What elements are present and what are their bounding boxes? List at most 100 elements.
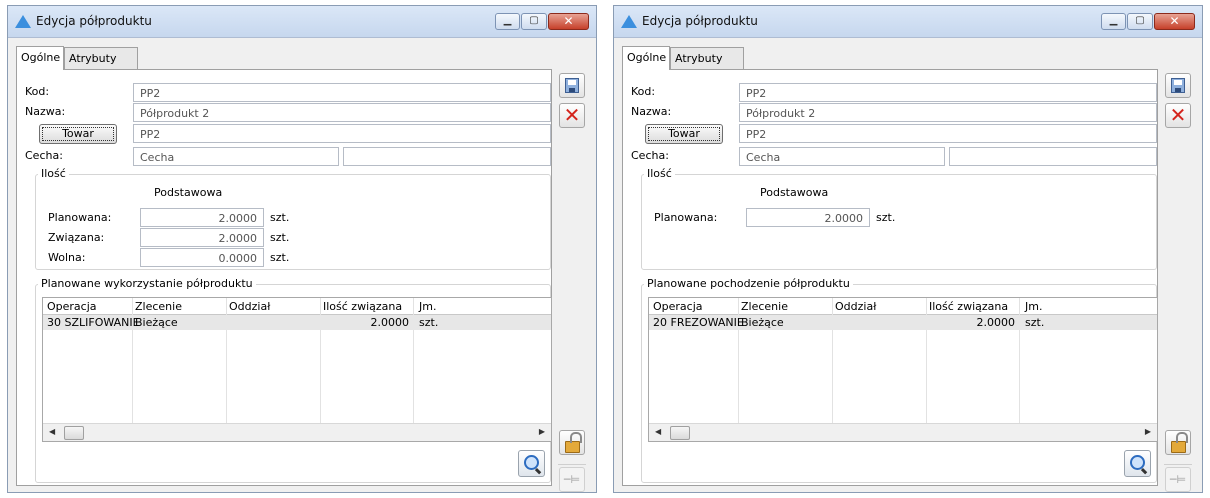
ilosc-group-title: Ilość [644, 167, 675, 180]
divider [1164, 464, 1192, 465]
ilosc-group: Ilość Podstawowa Planowana: 2.0000 szt. [641, 167, 1157, 270]
tab-ogolne[interactable]: Ogólne [16, 46, 64, 70]
kod-label: Kod: [25, 85, 50, 98]
planowana-unit: szt. [876, 211, 896, 224]
scroll-thumb[interactable] [64, 426, 84, 440]
nazwa-field[interactable]: Półprodukt 2 [739, 103, 1157, 122]
close-icon: ✕ [563, 14, 574, 28]
maximize-icon: ▢ [529, 15, 539, 26]
horizontal-scrollbar[interactable]: ◀ ▶ [43, 423, 551, 441]
zwiazana-unit: szt. [270, 231, 290, 244]
wolna-field[interactable]: 0.0000 [140, 248, 264, 267]
col-oddzial[interactable]: Oddział [835, 300, 876, 313]
cecha-value-field[interactable] [343, 147, 551, 166]
col-zlecenie[interactable]: Zlecenie [135, 300, 182, 313]
maximize-button[interactable]: ▢ [1127, 13, 1153, 30]
col-ilosc-zwiazana[interactable]: Ilość związana [929, 300, 1008, 313]
tab-atrybuty[interactable]: Atrybuty [670, 47, 744, 69]
cecha-value-field[interactable] [949, 147, 1157, 166]
col-operacja[interactable]: Operacja [47, 300, 97, 313]
tab-panel-ogolne: Kod: PP2 Nazwa: Półprodukt 2 Towar PP2 C… [16, 69, 552, 486]
window-edycja-polproduktu-1: Edycja półproduktu ▁ ▢ ✕ Ogólne Atrybuty… [7, 5, 597, 493]
col-oddzial[interactable]: Oddział [229, 300, 270, 313]
scroll-left-icon[interactable]: ◀ [49, 427, 55, 436]
towar-field[interactable]: PP2 [133, 124, 551, 143]
wolna-unit: szt. [270, 251, 290, 264]
triangle-app-icon [621, 15, 637, 28]
lock-button[interactable] [1165, 430, 1191, 455]
cell-jm: szt. [419, 316, 439, 329]
cell-ilosc: 2.0000 [976, 316, 1016, 329]
towar-button[interactable]: Towar [39, 124, 117, 144]
cell-operacja: 30 SZLIFOWANIE [47, 316, 140, 329]
scroll-thumb[interactable] [670, 426, 690, 440]
triangle-app-icon [15, 15, 31, 28]
nazwa-label: Nazwa: [25, 105, 66, 118]
search-button[interactable] [518, 450, 545, 477]
col-ilosc-zwiazana[interactable]: Ilość związana [323, 300, 402, 313]
podstawowa-header: Podstawowa [154, 186, 223, 199]
title-bar[interactable]: Edycja półproduktu ▁ ▢ ✕ [614, 6, 1202, 38]
list-group-title: Planowane pochodzenie półproduktu [644, 277, 853, 290]
kod-field[interactable]: PP2 [133, 83, 551, 102]
col-jm[interactable]: Jm. [419, 300, 436, 313]
close-icon: ✕ [1169, 14, 1180, 28]
maximize-icon: ▢ [1135, 15, 1145, 26]
delete-button[interactable]: ✕ [559, 103, 585, 128]
tab-atrybuty[interactable]: Atrybuty [64, 47, 138, 69]
podstawowa-header: Podstawowa [760, 186, 829, 199]
list-group-title: Planowane wykorzystanie półproduktu [38, 277, 256, 290]
cecha-label: Cecha: [631, 149, 669, 162]
pin-icon: ─⊨ [1169, 473, 1187, 486]
window-title: Edycja półproduktu [642, 14, 758, 28]
delete-button[interactable]: ✕ [1165, 103, 1191, 128]
search-button[interactable] [1124, 450, 1151, 477]
nazwa-field[interactable]: Półprodukt 2 [133, 103, 551, 122]
tab-panel-ogolne: Kod: PP2 Nazwa: Półprodukt 2 Towar PP2 C… [622, 69, 1158, 486]
zwiazana-field[interactable]: 2.0000 [140, 228, 264, 247]
divider [558, 464, 586, 465]
towar-button[interactable]: Towar [645, 124, 723, 144]
planowana-field[interactable]: 2.0000 [140, 208, 264, 227]
pin-button[interactable]: ─⊨ [559, 467, 585, 492]
towar-field[interactable]: PP2 [739, 124, 1157, 143]
ilosc-group: Ilość Podstawowa Planowana: 2.0000 szt. … [35, 167, 551, 270]
unlock-icon [1171, 432, 1188, 453]
planowana-label: Planowana: [654, 211, 718, 224]
planowana-field[interactable]: 2.0000 [746, 208, 870, 227]
cecha-label: Cecha: [25, 149, 63, 162]
operations-grid[interactable]: Operacja Zlecenie Oddział Ilość związana… [42, 297, 552, 442]
title-bar[interactable]: Edycja półproduktu ▁ ▢ ✕ [8, 6, 596, 38]
save-button[interactable] [559, 73, 585, 98]
close-button[interactable]: ✕ [1154, 13, 1195, 30]
cecha-field[interactable]: Cecha [739, 147, 945, 166]
col-operacja[interactable]: Operacja [653, 300, 703, 313]
ilosc-group-title: Ilość [38, 167, 69, 180]
window-edycja-polproduktu-2: Edycja półproduktu ▁ ▢ ✕ Ogólne Atrybuty… [613, 5, 1203, 493]
scroll-right-icon[interactable]: ▶ [1145, 427, 1151, 436]
minimize-button[interactable]: ▁ [495, 13, 520, 30]
save-button[interactable] [1165, 73, 1191, 98]
scroll-right-icon[interactable]: ▶ [539, 427, 545, 436]
scroll-left-icon[interactable]: ◀ [655, 427, 661, 436]
minimize-button[interactable]: ▁ [1101, 13, 1126, 30]
save-icon [565, 78, 579, 93]
col-zlecenie[interactable]: Zlecenie [741, 300, 788, 313]
kod-field[interactable]: PP2 [739, 83, 1157, 102]
delete-icon: ✕ [563, 103, 581, 127]
kod-label: Kod: [631, 85, 656, 98]
cecha-field[interactable]: Cecha [133, 147, 339, 166]
maximize-button[interactable]: ▢ [521, 13, 547, 30]
pin-button[interactable]: ─⊨ [1165, 467, 1191, 492]
lock-button[interactable] [559, 430, 585, 455]
close-button[interactable]: ✕ [548, 13, 589, 30]
operations-grid[interactable]: Operacja Zlecenie Oddział Ilość związana… [648, 297, 1158, 442]
col-jm[interactable]: Jm. [1025, 300, 1042, 313]
tab-ogolne[interactable]: Ogólne [622, 46, 670, 70]
wolna-label: Wolna: [48, 251, 86, 264]
magnifier-icon [1130, 455, 1145, 470]
delete-icon: ✕ [1169, 103, 1187, 127]
magnifier-icon [524, 455, 539, 470]
cell-jm: szt. [1025, 316, 1045, 329]
horizontal-scrollbar[interactable]: ◀ ▶ [649, 423, 1157, 441]
